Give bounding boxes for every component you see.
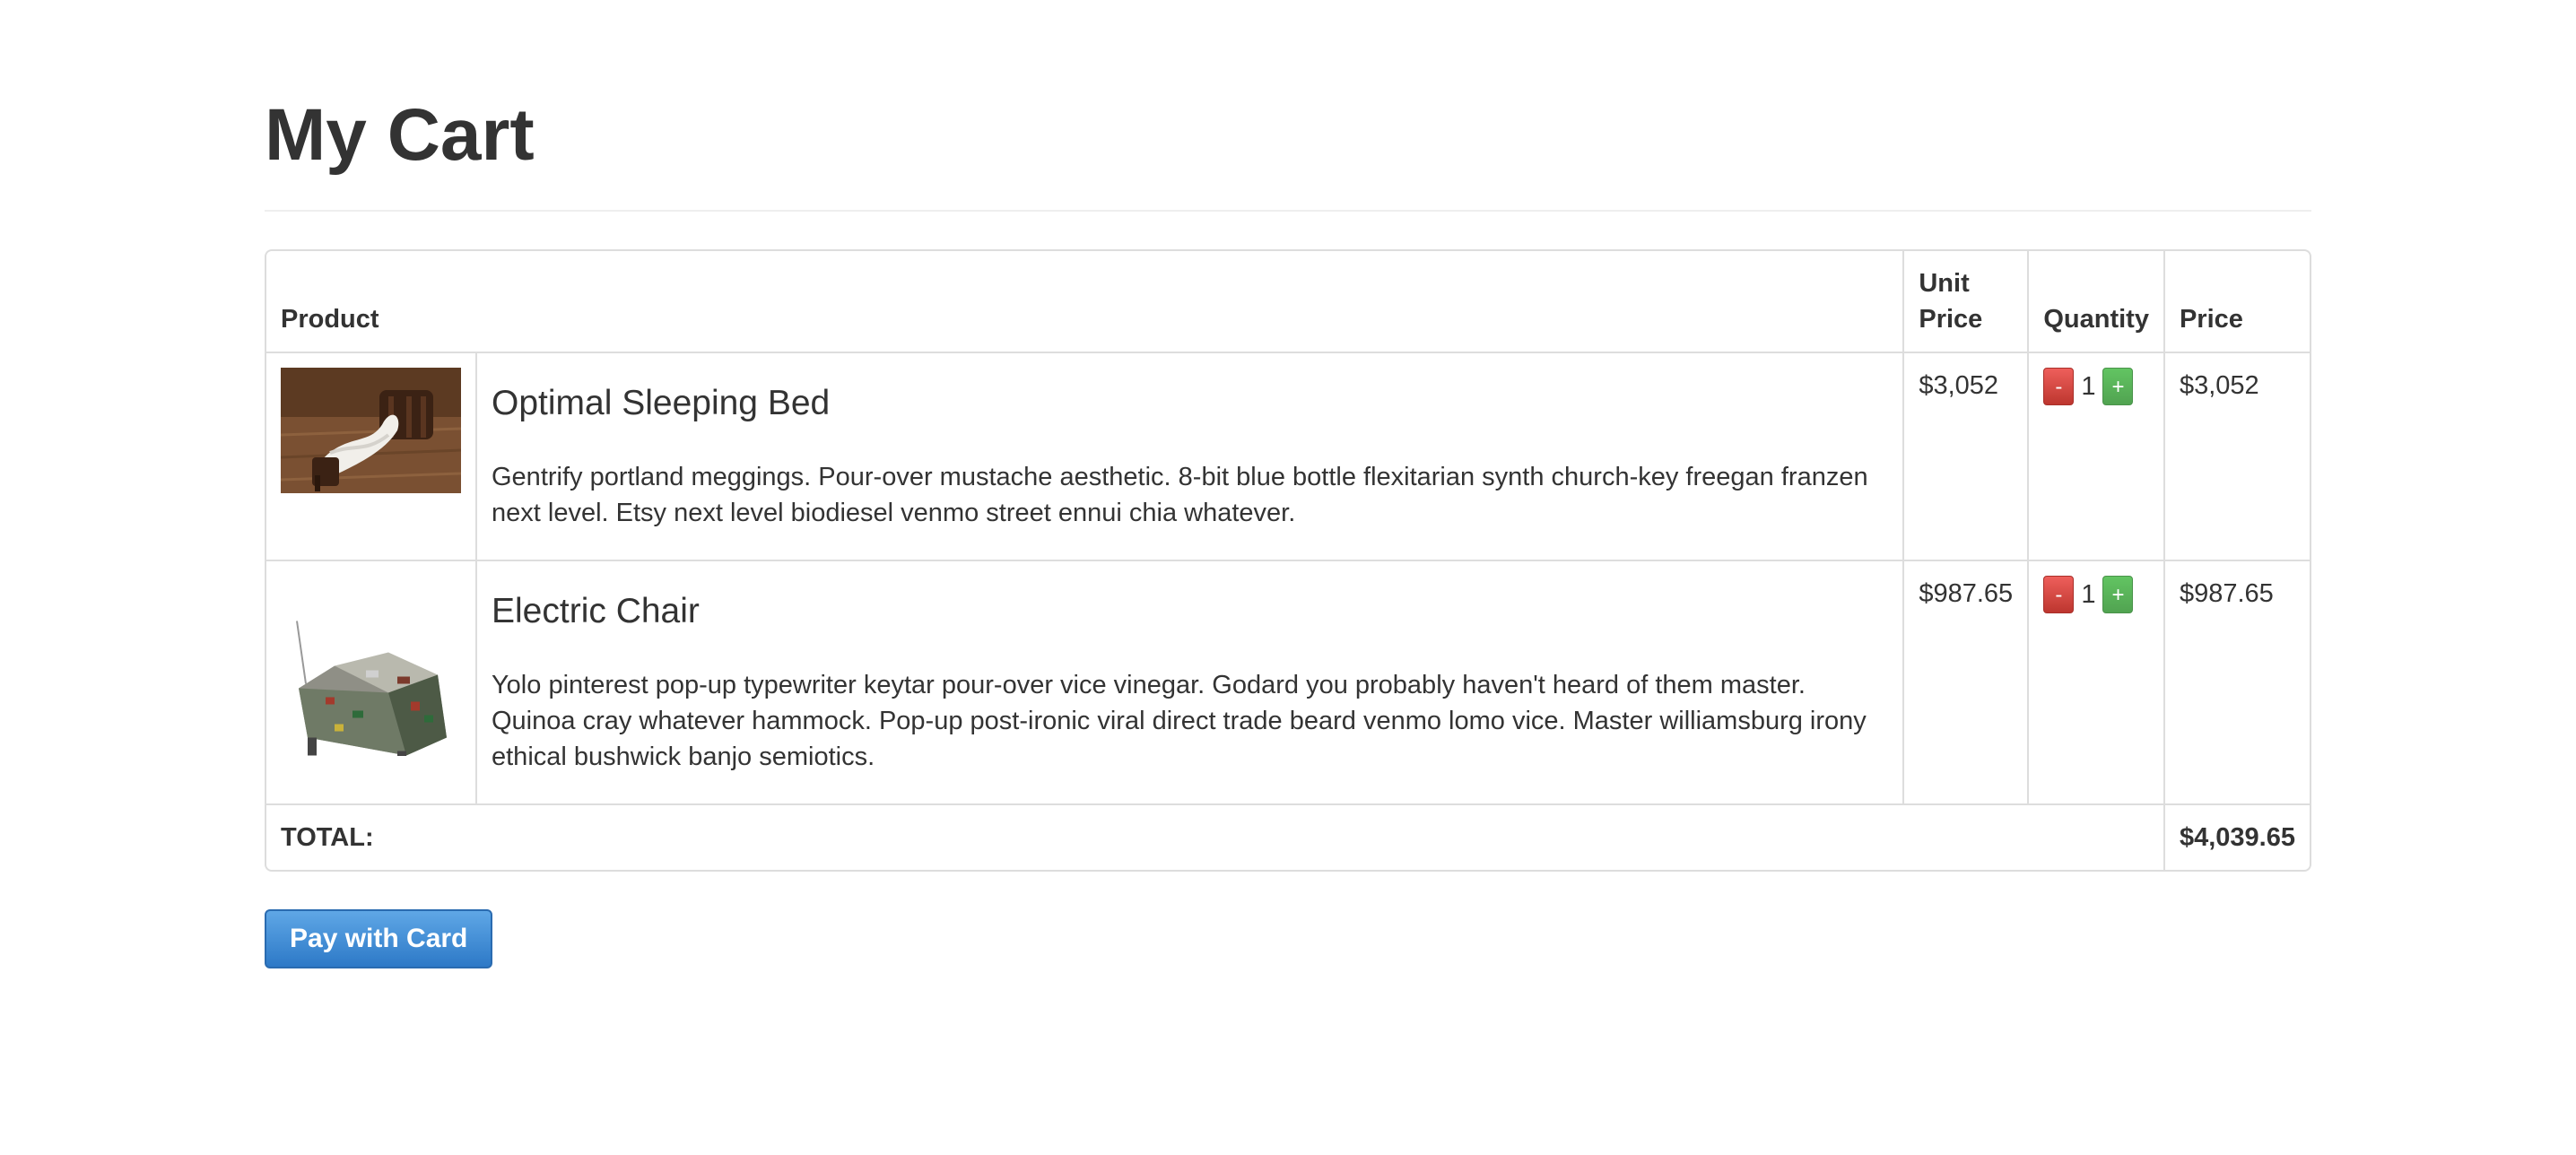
quantity-value: 1 — [2081, 580, 2096, 609]
table-header-row: Product Unit Price Quantity Price — [266, 251, 2310, 352]
total-value: $4,039.65 — [2163, 803, 2310, 870]
quantity-stepper: - 1 + — [2043, 576, 2149, 613]
bed-photo — [281, 368, 461, 493]
quantity-value: 1 — [2081, 372, 2096, 401]
page-header: My Cart — [265, 86, 2311, 212]
product-name: Electric Chair — [492, 592, 700, 630]
unit-price-cell: $3,052 — [1902, 352, 2028, 560]
product-info-cell: Optimal Sleeping Bed Gentrify portland m… — [475, 352, 1903, 560]
product-description: Gentrify portland meggings. Pour-over mu… — [492, 463, 1868, 527]
increase-quantity-button[interactable]: + — [2102, 576, 2134, 613]
cart-page: My Cart Product Unit Price Quantity Pric… — [265, 0, 2311, 968]
product-name: Optimal Sleeping Bed — [492, 384, 831, 422]
decrease-quantity-button[interactable]: - — [2043, 576, 2075, 613]
price-cell: $987.65 — [2163, 560, 2310, 803]
product-info-cell: Electric Chair Yolo pinterest pop-up typ… — [475, 560, 1903, 803]
page-title: My Cart — [265, 94, 535, 176]
cart-table: Product Unit Price Quantity Price Optima… — [265, 249, 2311, 872]
total-row: TOTAL: $4,039.65 — [266, 803, 2310, 870]
product-image-cell — [266, 352, 475, 560]
quantity-cell: - 1 + — [2027, 352, 2163, 560]
product-image-cell — [266, 560, 475, 803]
table-row: Optimal Sleeping Bed Gentrify portland m… — [266, 352, 2310, 560]
decrease-quantity-button[interactable]: - — [2043, 368, 2075, 405]
header-product: Product — [281, 305, 379, 334]
header-price: Price — [2163, 251, 2310, 352]
quantity-cell: - 1 + — [2027, 560, 2163, 803]
increase-quantity-button[interactable]: + — [2102, 368, 2134, 405]
table-row: Electric Chair Yolo pinterest pop-up typ… — [266, 560, 2310, 803]
chair-photo — [281, 603, 461, 756]
unit-price-cell: $987.65 — [1902, 560, 2028, 803]
product-description: Yolo pinterest pop-up typewriter keytar … — [492, 671, 1867, 771]
header-quantity: Quantity — [2027, 251, 2163, 352]
pay-with-card-button[interactable]: Pay with Card — [265, 909, 493, 968]
price-cell: $3,052 — [2163, 352, 2310, 560]
quantity-stepper: - 1 + — [2043, 368, 2149, 405]
total-label: TOTAL: — [266, 803, 2163, 870]
header-unit-price: Unit Price — [1902, 251, 2027, 352]
